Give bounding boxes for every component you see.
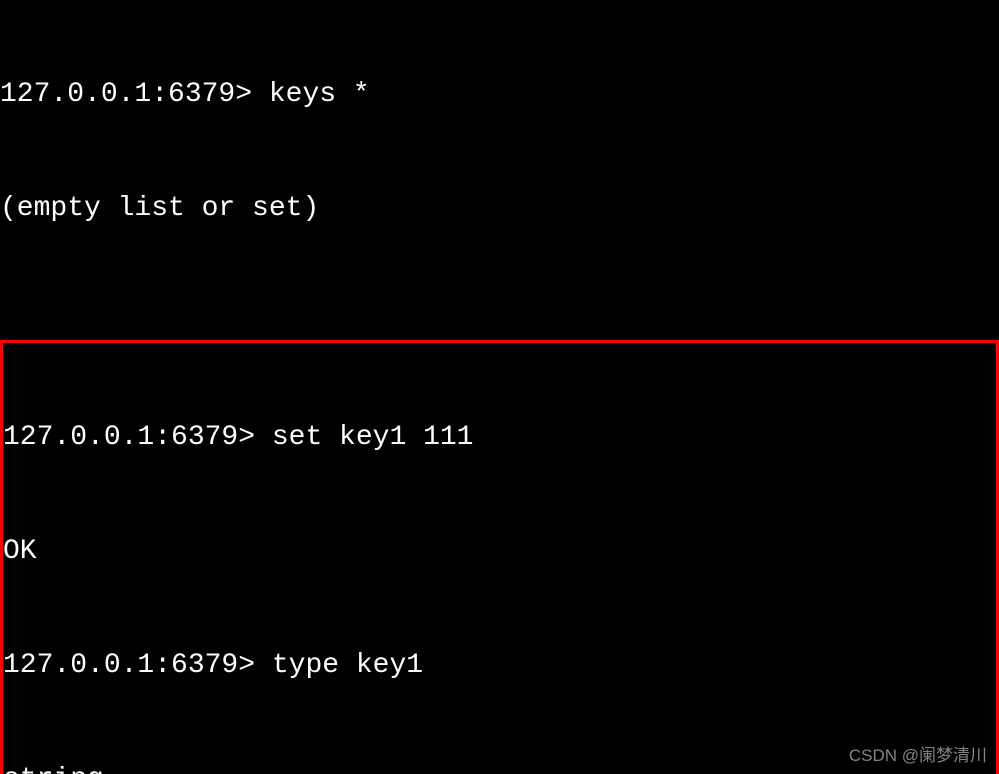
command-line: 127.0.0.1:6379> keys * bbox=[0, 76, 999, 114]
command-line: 127.0.0.1:6379> set key1 111 bbox=[3, 419, 996, 457]
highlight-box-1: 127.0.0.1:6379> set key1 111 OK 127.0.0.… bbox=[0, 340, 999, 774]
command-line: 127.0.0.1:6379> type key1 bbox=[3, 647, 996, 685]
watermark-text: CSDN @阑梦清川 bbox=[849, 741, 987, 766]
terminal-output[interactable]: 127.0.0.1:6379> keys * (empty list or se… bbox=[0, 0, 999, 774]
output-line: (empty list or set) bbox=[0, 190, 999, 228]
output-line: OK bbox=[3, 533, 996, 571]
output-line: string bbox=[3, 761, 996, 774]
